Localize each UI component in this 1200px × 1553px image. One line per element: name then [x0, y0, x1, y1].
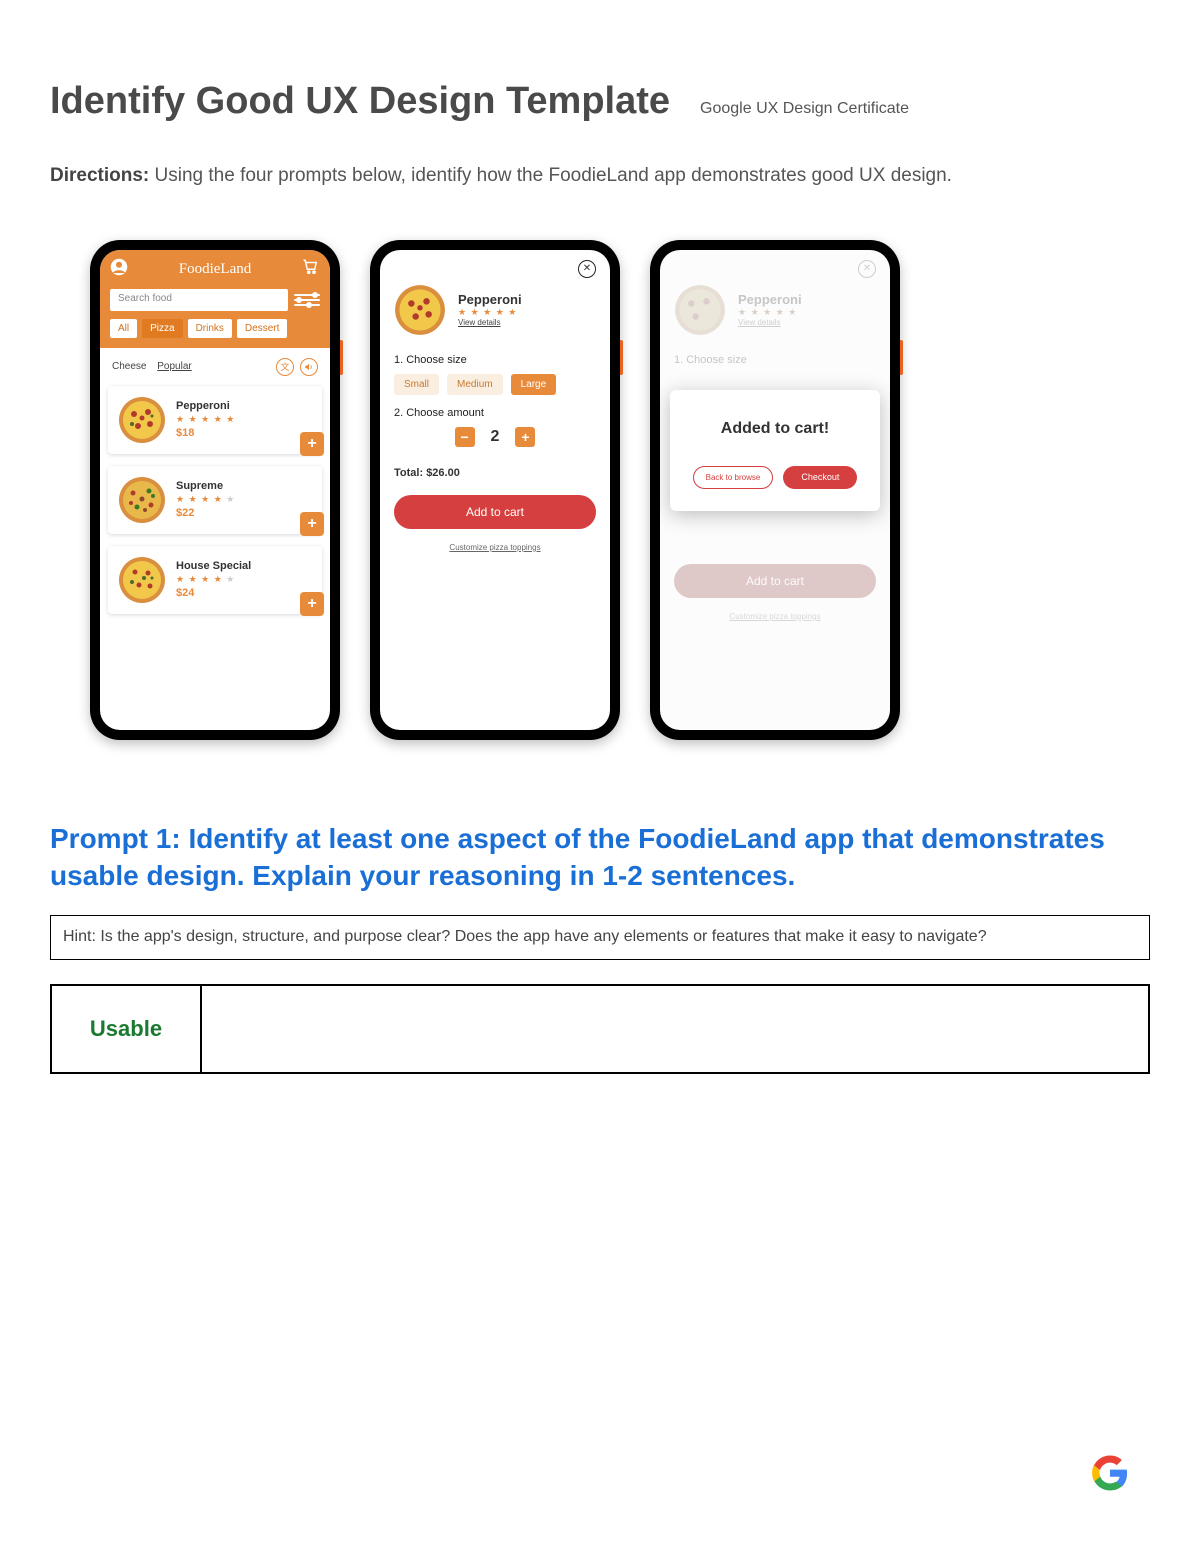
view-details-link[interactable]: View details	[458, 318, 522, 327]
add-item-button[interactable]: +	[300, 432, 324, 456]
tab-dessert[interactable]: Dessert	[237, 319, 287, 338]
increment-button[interactable]: +	[515, 427, 535, 447]
add-to-cart-button[interactable]: Add to cart	[394, 495, 596, 529]
pizza-image	[394, 284, 446, 336]
item-rating: ★ ★ ★ ★ ★	[176, 494, 235, 505]
customize-toppings-link[interactable]: Customize pizza toppings	[394, 543, 596, 552]
list-item[interactable]: Pepperoni ★ ★ ★ ★ ★ $18 +	[108, 386, 322, 454]
close-icon[interactable]: ✕	[578, 260, 596, 278]
sound-icon[interactable]	[300, 358, 318, 376]
back-to-browse-button[interactable]: Back to browse	[693, 466, 774, 489]
size-medium[interactable]: Medium	[447, 374, 503, 395]
answer-label-usable: Usable	[52, 986, 202, 1072]
add-item-button[interactable]: +	[300, 512, 324, 536]
phone-edge-button	[900, 340, 903, 375]
product-title: Pepperoni	[458, 292, 522, 307]
pizza-image	[118, 556, 166, 604]
list-item[interactable]: House Special ★ ★ ★ ★ ★ $24 +	[108, 546, 322, 614]
item-name: Pepperoni	[176, 400, 235, 412]
hint-box: Hint: Is the app's design, structure, an…	[50, 915, 1150, 959]
filter-cheese[interactable]: Cheese	[112, 361, 146, 372]
pizza-image	[118, 476, 166, 524]
add-item-button[interactable]: +	[300, 592, 324, 616]
size-small[interactable]: Small	[394, 374, 439, 395]
directions: Directions: Using the four prompts below…	[50, 163, 1150, 190]
phone-mockups: FoodieLand Search food All Pizza Drinks …	[50, 240, 1150, 740]
tab-all[interactable]: All	[110, 319, 137, 338]
item-price: $22	[176, 507, 235, 519]
prompt-1-heading: Prompt 1: Identify at least one aspect o…	[50, 820, 1150, 896]
phone-modal-screen: ✕ Pepperoni ★ ★ ★ ★ ★ View details 1. Ch…	[650, 240, 900, 740]
quantity-value: 2	[491, 428, 500, 446]
directions-label: Directions:	[50, 165, 149, 186]
page-title: Identify Good UX Design Template	[50, 80, 670, 123]
search-input[interactable]: Search food	[110, 289, 288, 311]
item-name: Supreme	[176, 480, 235, 492]
filter-sliders-icon[interactable]	[294, 289, 320, 311]
user-icon[interactable]	[110, 258, 128, 281]
tab-pizza[interactable]: Pizza	[142, 319, 182, 338]
checkout-button[interactable]: Checkout	[783, 466, 857, 489]
item-rating: ★ ★ ★ ★ ★	[176, 414, 235, 425]
choose-amount-label: 2. Choose amount	[394, 407, 596, 419]
item-price: $24	[176, 587, 251, 599]
brand-title: FoodieLand	[179, 261, 252, 278]
list-item[interactable]: Supreme ★ ★ ★ ★ ★ $22 +	[108, 466, 322, 534]
modal-message: Added to cart!	[684, 420, 866, 438]
total-label: Total: $26.00	[394, 467, 596, 479]
phone-edge-button	[620, 340, 623, 375]
size-large[interactable]: Large	[511, 374, 557, 395]
answer-table: Usable	[50, 984, 1150, 1074]
product-rating: ★ ★ ★ ★ ★	[458, 307, 522, 318]
google-logo-icon	[1090, 1453, 1130, 1493]
translate-icon[interactable]: 文	[276, 358, 294, 376]
pizza-image	[118, 396, 166, 444]
cart-icon[interactable]	[302, 258, 320, 281]
item-rating: ★ ★ ★ ★ ★	[176, 574, 251, 585]
item-price: $18	[176, 427, 235, 439]
decrement-button[interactable]: −	[455, 427, 475, 447]
phone-list-screen: FoodieLand Search food All Pizza Drinks …	[90, 240, 340, 740]
filter-popular[interactable]: Popular	[157, 361, 191, 372]
item-name: House Special	[176, 560, 251, 572]
directions-text: Using the four prompts below, identify h…	[149, 165, 952, 186]
added-to-cart-modal: Added to cart! Back to browse Checkout	[670, 390, 880, 511]
page-subtitle: Google UX Design Certificate	[700, 100, 909, 118]
choose-size-label: 1. Choose size	[394, 354, 596, 366]
answer-cell[interactable]	[202, 986, 1148, 1072]
phone-detail-screen: ✕ Pepperoni ★ ★ ★ ★ ★ View details 1. Ch…	[370, 240, 620, 740]
phone-edge-button	[340, 340, 343, 375]
tab-drinks[interactable]: Drinks	[188, 319, 232, 338]
